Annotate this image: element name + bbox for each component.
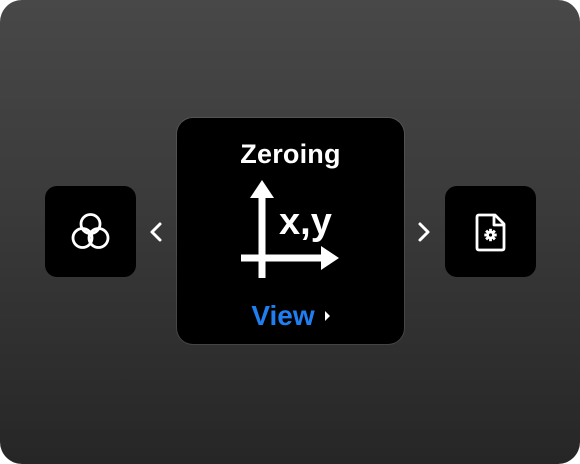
color-circles-icon <box>71 213 110 249</box>
chevron-right-icon[interactable] <box>414 220 434 244</box>
carousel-next-item[interactable] <box>445 186 536 277</box>
axes-label: x,y <box>279 201 332 243</box>
carousel-current-item[interactable]: Zeroing x,y View <box>177 118 404 344</box>
view-button[interactable]: View <box>177 300 404 332</box>
view-label: View <box>251 300 315 331</box>
item-title: Zeroing <box>240 139 341 169</box>
menu-carousel: Zeroing x,y View <box>0 0 580 464</box>
play-caret-icon <box>324 311 330 321</box>
chevron-left-icon[interactable] <box>146 220 166 244</box>
document-settings-icon <box>475 213 506 252</box>
carousel-prev-item[interactable] <box>45 186 136 277</box>
